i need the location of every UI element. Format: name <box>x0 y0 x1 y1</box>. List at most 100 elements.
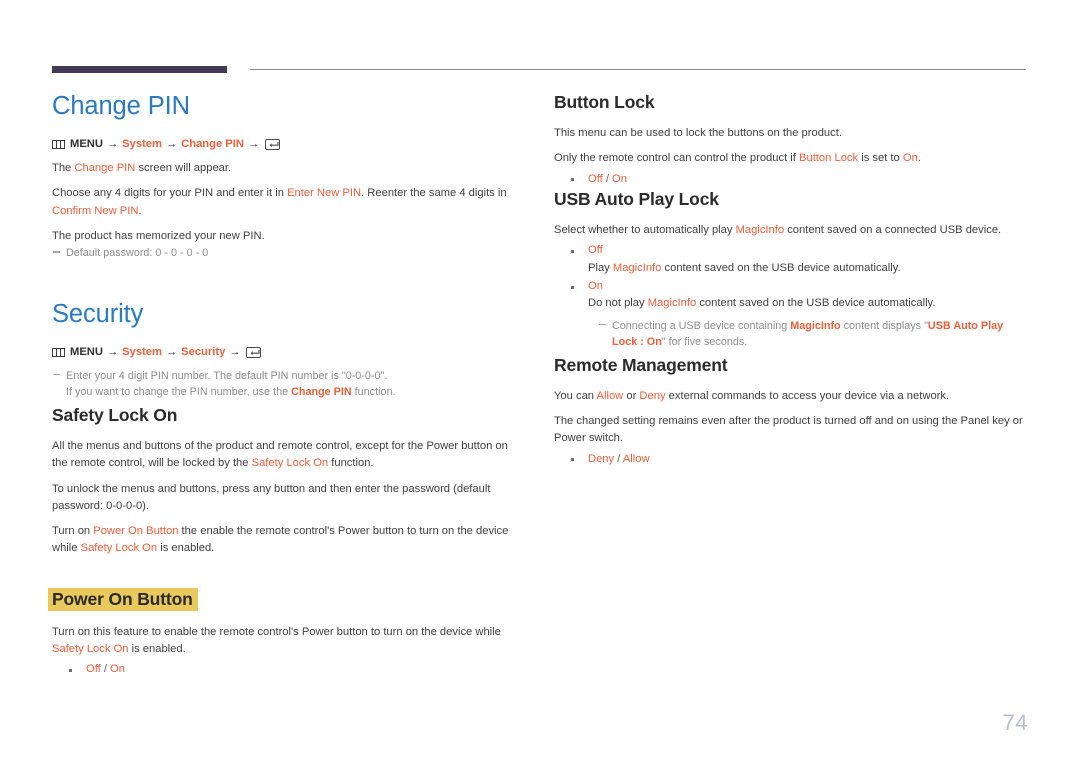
paragraph: Turn on Power On Button the enable the r… <box>52 523 518 558</box>
paragraph-text-0: Choose any 4 digits for your PIN and ent… <box>52 187 288 200</box>
paragraph-text-2: content saved on a connected USB device. <box>784 224 1002 237</box>
menu-path-item-system: System <box>122 138 162 151</box>
paragraph-emphasis-1: Safety Lock On <box>52 643 129 656</box>
arrow-icon: → <box>106 138 119 151</box>
section-title-change-pin: Change PIN <box>52 92 190 120</box>
paragraph-emphasis-3: Confirm New PIN <box>52 204 139 217</box>
paragraph-text-0: The changed setting remains even after t… <box>554 415 1023 445</box>
note-usb-auto-play-lock-text-4: " for five seconds. <box>661 336 748 349</box>
paragraph-text-0: Select whether to automatically play <box>554 224 736 237</box>
option-description-text-0: Play <box>588 261 613 274</box>
arrow-icon: → <box>106 345 119 358</box>
options-list-remote-management: Deny / Allow <box>554 451 1028 468</box>
option-value-off[interactable]: Off <box>588 244 603 256</box>
paragraph-text-4: external commands to access your device … <box>665 389 950 402</box>
header-rules <box>0 66 1080 76</box>
paragraph-text-2: function. <box>328 457 374 470</box>
option-value-off[interactable]: Off <box>86 663 101 675</box>
arrow-icon: → <box>165 138 178 151</box>
paragraph: The product has memorized your new PIN. <box>52 228 518 245</box>
note-usb-auto-play-lock: Connecting a USB device containing Magic… <box>588 318 1028 351</box>
paragraph-emphasis-1: Enter New PIN <box>287 187 362 200</box>
paragraph-text-4: . <box>917 152 921 165</box>
list-item[interactable]: Off / On <box>52 661 518 678</box>
paragraph-emphasis-1: Power On Button <box>93 525 179 538</box>
menu-path-item-system: System <box>122 345 162 358</box>
paragraph-text-2: . Reenter the same 4 digits in <box>361 187 507 200</box>
button-lock-body: This menu can be used to lock the button… <box>554 125 1028 168</box>
option-separator: / <box>614 452 623 465</box>
menu-path-change-pin: MENU → System → Change PIN → <box>52 136 518 153</box>
list-item[interactable]: On Do not play MagicInfo content saved o… <box>554 278 1028 351</box>
option-value-deny[interactable]: Deny <box>588 453 614 465</box>
note-security-pin: Enter your 4 digit PIN number. The defau… <box>52 368 518 401</box>
note-security-pin-line2-text-0: If you want to change the PIN number, us… <box>66 386 292 399</box>
subsection-title-button-lock: Button Lock <box>554 92 655 112</box>
power-on-button-body: Turn on this feature to enable the remot… <box>52 624 518 659</box>
paragraph: Select whether to automatically play Mag… <box>554 222 1028 239</box>
note-security-pin-line2-text-2: function. <box>351 386 396 399</box>
options-list-usb-auto-play-lock: Off Play MagicInfo content saved on the … <box>554 242 1028 350</box>
enter-key-icon <box>246 346 262 358</box>
paragraph-emphasis-1: Button Lock <box>799 152 859 165</box>
option-value-off[interactable]: Off <box>588 173 603 185</box>
paragraph-text-0: You can <box>554 389 597 402</box>
option-value-allow[interactable]: Allow <box>623 453 650 465</box>
option-value-on[interactable]: On <box>110 663 125 675</box>
list-item[interactable]: Off Play MagicInfo content saved on the … <box>554 242 1028 277</box>
paragraph: The changed setting remains even after t… <box>554 413 1028 448</box>
menu-icon <box>52 140 65 150</box>
left-column: Change PIN MENU → System → Change PIN → … <box>48 92 518 680</box>
subsection-title-safety-lock-on: Safety Lock On <box>52 404 178 425</box>
paragraph-text-0: Turn on <box>52 525 94 538</box>
paragraph: This menu can be used to lock the button… <box>554 125 1028 142</box>
paragraph-emphasis-3: Safety Lock On <box>80 542 158 555</box>
option-separator: / <box>602 172 613 185</box>
usb-auto-play-lock-body: Select whether to automatically play Mag… <box>554 222 1028 239</box>
list-item[interactable]: Off / On <box>554 171 1028 188</box>
menu-path-item-security: Security <box>181 345 226 358</box>
options-list-button-lock: Off / On <box>554 171 1028 188</box>
paragraph: Choose any 4 digits for your PIN and ent… <box>52 185 518 220</box>
options-list-power-on-button: Off / On <box>52 661 518 678</box>
option-value-on[interactable]: On <box>612 173 627 185</box>
paragraph-text-4: is enabled. <box>157 542 215 555</box>
header-divider-line <box>250 69 1026 70</box>
paragraph: Only the remote control can control the … <box>554 150 1028 167</box>
paragraph-text-2: is set to <box>858 152 903 165</box>
paragraph-emphasis-1: MagicInfo <box>735 224 785 237</box>
paragraph-text-0: To unlock the menus and buttons, press a… <box>52 482 491 512</box>
menu-path-label: MENU <box>70 138 103 151</box>
subsection-title-usb-auto-play-lock: USB Auto Play Lock <box>554 189 719 210</box>
right-column: Button Lock This menu can be used to loc… <box>554 92 1028 469</box>
paragraph-emphasis-1: Allow <box>596 389 624 402</box>
paragraph-text-2: screen will appear. <box>135 162 232 175</box>
paragraph-emphasis-1: Safety Lock On <box>251 457 329 470</box>
menu-icon <box>52 347 65 357</box>
manual-page: Change PIN MENU → System → Change PIN → … <box>0 0 1080 763</box>
paragraph-emphasis-3: Deny <box>639 389 666 402</box>
paragraph-text-0: Only the remote control can control the … <box>554 152 800 165</box>
paragraph: All the menus and buttons of the product… <box>52 438 518 473</box>
paragraph-text-4: . <box>138 204 142 217</box>
paragraph-text-2: or <box>623 389 640 402</box>
paragraph: Turn on this feature to enable the remot… <box>52 624 518 659</box>
safety-lock-on-body: All the menus and buttons of the product… <box>52 438 518 558</box>
paragraph-text-0: This menu can be used to lock the button… <box>554 127 842 140</box>
arrow-icon: → <box>165 345 178 358</box>
paragraph-emphasis-3: On <box>902 152 918 165</box>
note-security-pin-line2: If you want to change the PIN number, us… <box>66 386 396 398</box>
paragraph: To unlock the menus and buttons, press a… <box>52 481 518 516</box>
section-title-security: Security <box>52 299 144 328</box>
note-usb-auto-play-lock-emphasis-1: MagicInfo <box>790 319 841 332</box>
option-description-text-2: content saved on the USB device automati… <box>696 297 936 310</box>
list-item[interactable]: Deny / Allow <box>554 451 1028 468</box>
header-accent-bar <box>52 66 227 73</box>
menu-path-label: MENU <box>70 345 103 358</box>
option-description: Do not play MagicInfo content saved on t… <box>588 295 1028 312</box>
option-description-text-2: content saved on the USB device automati… <box>661 261 901 274</box>
paragraph: The Change PIN screen will appear. <box>52 160 518 177</box>
change-pin-body: The Change PIN screen will appear. Choose… <box>52 160 518 245</box>
paragraph: You can Allow or Deny external commands … <box>554 388 1028 405</box>
option-value-on[interactable]: On <box>588 280 603 292</box>
